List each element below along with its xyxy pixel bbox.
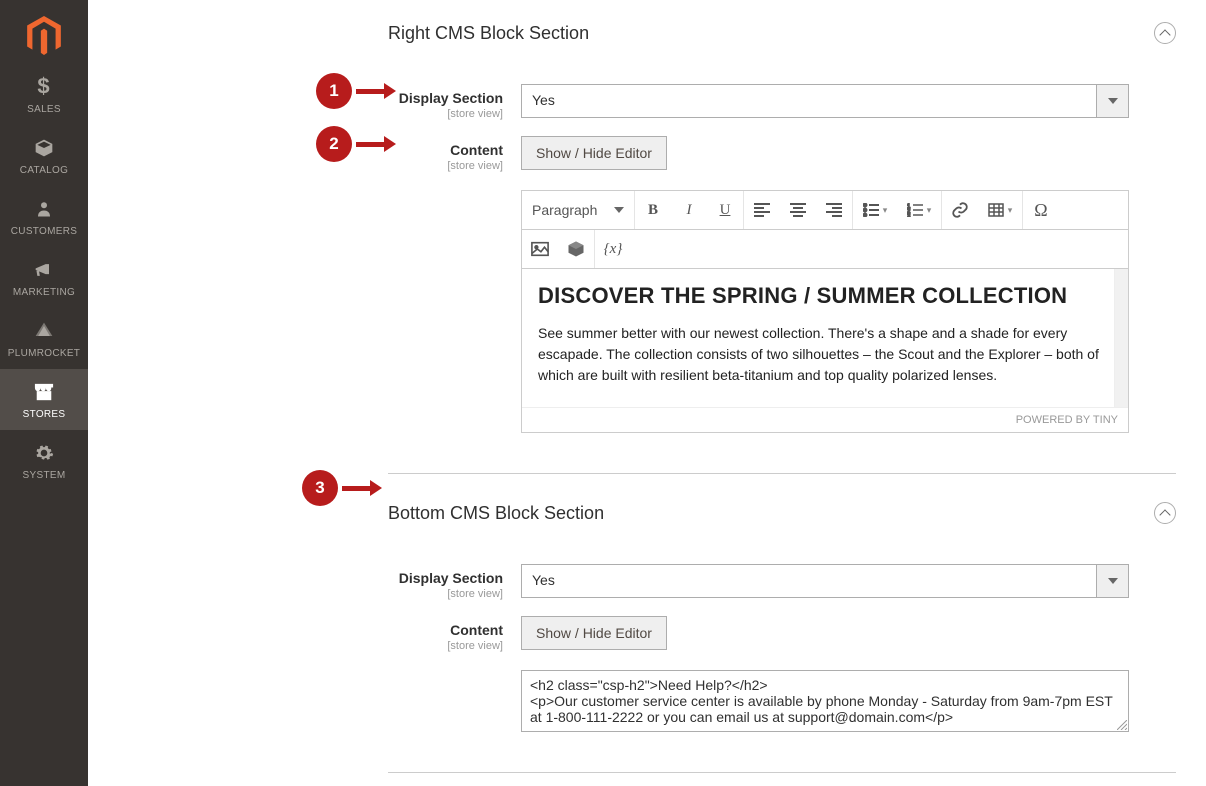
nav-label: SYSTEM bbox=[23, 470, 66, 481]
store-icon bbox=[33, 381, 55, 403]
link-icon[interactable] bbox=[942, 193, 978, 227]
nav-catalog[interactable]: CATALOG bbox=[0, 125, 88, 186]
numbered-list-icon[interactable]: 123▾ bbox=[897, 193, 941, 227]
resize-handle-icon[interactable] bbox=[1117, 720, 1127, 730]
caret-down-icon bbox=[1096, 565, 1128, 597]
nav-label: CUSTOMERS bbox=[11, 226, 77, 237]
box-icon bbox=[33, 137, 55, 159]
show-hide-editor-button[interactable]: Show / Hide Editor bbox=[521, 136, 667, 170]
content-textarea[interactable]: <h2 class="csp-h2">Need Help?</h2> <p>Ou… bbox=[521, 670, 1129, 732]
table-icon[interactable]: ▾ bbox=[978, 193, 1022, 227]
editor-toolbar: Paragraph B I U bbox=[522, 191, 1128, 230]
image-icon[interactable] bbox=[522, 232, 558, 266]
gear-icon bbox=[33, 442, 55, 464]
editor-content[interactable]: DISCOVER THE SPRING / SUMMER COLLECTION … bbox=[522, 269, 1128, 407]
nav-marketing[interactable]: MARKETING bbox=[0, 247, 88, 308]
collapse-icon[interactable] bbox=[1154, 502, 1176, 524]
annotation-circle: 1 bbox=[316, 73, 352, 109]
bold-icon[interactable]: B bbox=[635, 193, 671, 227]
annotation-2: 2 bbox=[316, 126, 396, 162]
section-body-bottom: Display Section [store view] Yes Content… bbox=[88, 540, 1206, 772]
admin-sidebar: $ SALES CATALOG CUSTOMERS MARKETING PLUM… bbox=[0, 0, 88, 786]
variable-icon[interactable]: {x} bbox=[595, 232, 631, 266]
editor-paragraph: See summer better with our newest collec… bbox=[538, 323, 1112, 386]
underline-icon[interactable]: U bbox=[707, 193, 743, 227]
section-header-facebook[interactable]: Facebook Page Section bbox=[388, 773, 1206, 786]
megaphone-icon bbox=[33, 259, 55, 281]
nav-label: SALES bbox=[27, 104, 61, 115]
nav-label: MARKETING bbox=[13, 287, 75, 298]
format-label: Paragraph bbox=[532, 202, 597, 218]
arrow-right-icon bbox=[356, 90, 396, 92]
svg-text:$: $ bbox=[37, 76, 49, 98]
nav-sales[interactable]: $ SALES bbox=[0, 64, 88, 125]
select-value: Yes bbox=[522, 85, 1096, 117]
field-label: Display Section bbox=[399, 90, 503, 106]
widget-icon[interactable] bbox=[558, 232, 594, 266]
section-title: Bottom CMS Block Section bbox=[388, 503, 604, 524]
nav-customers[interactable]: CUSTOMERS bbox=[0, 186, 88, 247]
field-display-section: Display Section [store view] Yes bbox=[88, 84, 1176, 120]
plumrocket-icon bbox=[33, 320, 55, 342]
field-scope: [store view] bbox=[88, 108, 503, 120]
align-right-icon[interactable] bbox=[816, 193, 852, 227]
annotation-circle: 3 bbox=[302, 470, 338, 506]
field-label: Display Section bbox=[399, 570, 503, 586]
nav-plumrocket[interactable]: PLUMROCKET bbox=[0, 308, 88, 369]
field-label: Content bbox=[450, 622, 503, 638]
annotation-circle: 2 bbox=[316, 126, 352, 162]
magento-logo bbox=[24, 16, 64, 56]
wysiwyg-editor: Paragraph B I U bbox=[521, 190, 1129, 433]
arrow-right-icon bbox=[356, 143, 396, 145]
section-title: Right CMS Block Section bbox=[388, 23, 589, 44]
nav-system[interactable]: SYSTEM bbox=[0, 430, 88, 491]
section-header-bottom[interactable]: Bottom CMS Block Section bbox=[388, 474, 1206, 540]
field-content: Content [store view] Show / Hide Editor … bbox=[88, 136, 1176, 433]
section-header-right[interactable]: Right CMS Block Section bbox=[388, 0, 1206, 60]
annotation-3: 3 bbox=[302, 470, 382, 506]
nav-label: STORES bbox=[23, 409, 66, 420]
align-center-icon[interactable] bbox=[780, 193, 816, 227]
nav-label: PLUMROCKET bbox=[8, 348, 80, 359]
field-scope: [store view] bbox=[88, 640, 503, 652]
field-label: Content bbox=[450, 142, 503, 158]
show-hide-editor-button-bottom[interactable]: Show / Hide Editor bbox=[521, 616, 667, 650]
editor-heading: DISCOVER THE SPRING / SUMMER COLLECTION bbox=[538, 283, 1112, 309]
section-body-right: Display Section [store view] Yes Content… bbox=[88, 60, 1206, 473]
collapse-icon[interactable] bbox=[1154, 22, 1176, 44]
field-scope: [store view] bbox=[88, 588, 503, 600]
field-content-bottom: Content [store view] Show / Hide Editor … bbox=[88, 616, 1176, 732]
italic-icon[interactable]: I bbox=[671, 193, 707, 227]
align-left-icon[interactable] bbox=[744, 193, 780, 227]
nav-label: CATALOG bbox=[20, 165, 68, 176]
format-select[interactable]: Paragraph bbox=[522, 193, 634, 227]
annotation-1: 1 bbox=[316, 73, 396, 109]
person-icon bbox=[33, 198, 55, 220]
omega-icon[interactable]: Ω bbox=[1023, 193, 1059, 227]
editor-footer: POWERED BY TINY bbox=[522, 407, 1128, 432]
caret-down-icon bbox=[1096, 85, 1128, 117]
dollar-icon: $ bbox=[33, 76, 55, 98]
display-section-select-bottom[interactable]: Yes bbox=[521, 564, 1129, 598]
select-value: Yes bbox=[522, 565, 1096, 597]
field-scope: [store view] bbox=[88, 160, 503, 172]
caret-down-icon bbox=[614, 207, 624, 213]
svg-text:3: 3 bbox=[907, 214, 911, 217]
arrow-right-icon bbox=[342, 487, 382, 489]
display-section-select[interactable]: Yes bbox=[521, 84, 1129, 118]
nav-stores[interactable]: STORES bbox=[0, 369, 88, 430]
bullet-list-icon[interactable]: ▾ bbox=[853, 193, 897, 227]
field-display-section-bottom: Display Section [store view] Yes bbox=[88, 564, 1176, 600]
editor-toolbar-row2: {x} bbox=[522, 230, 1128, 269]
scrollbar[interactable] bbox=[1114, 269, 1128, 407]
content-area: Right CMS Block Section Display Section … bbox=[88, 0, 1206, 786]
